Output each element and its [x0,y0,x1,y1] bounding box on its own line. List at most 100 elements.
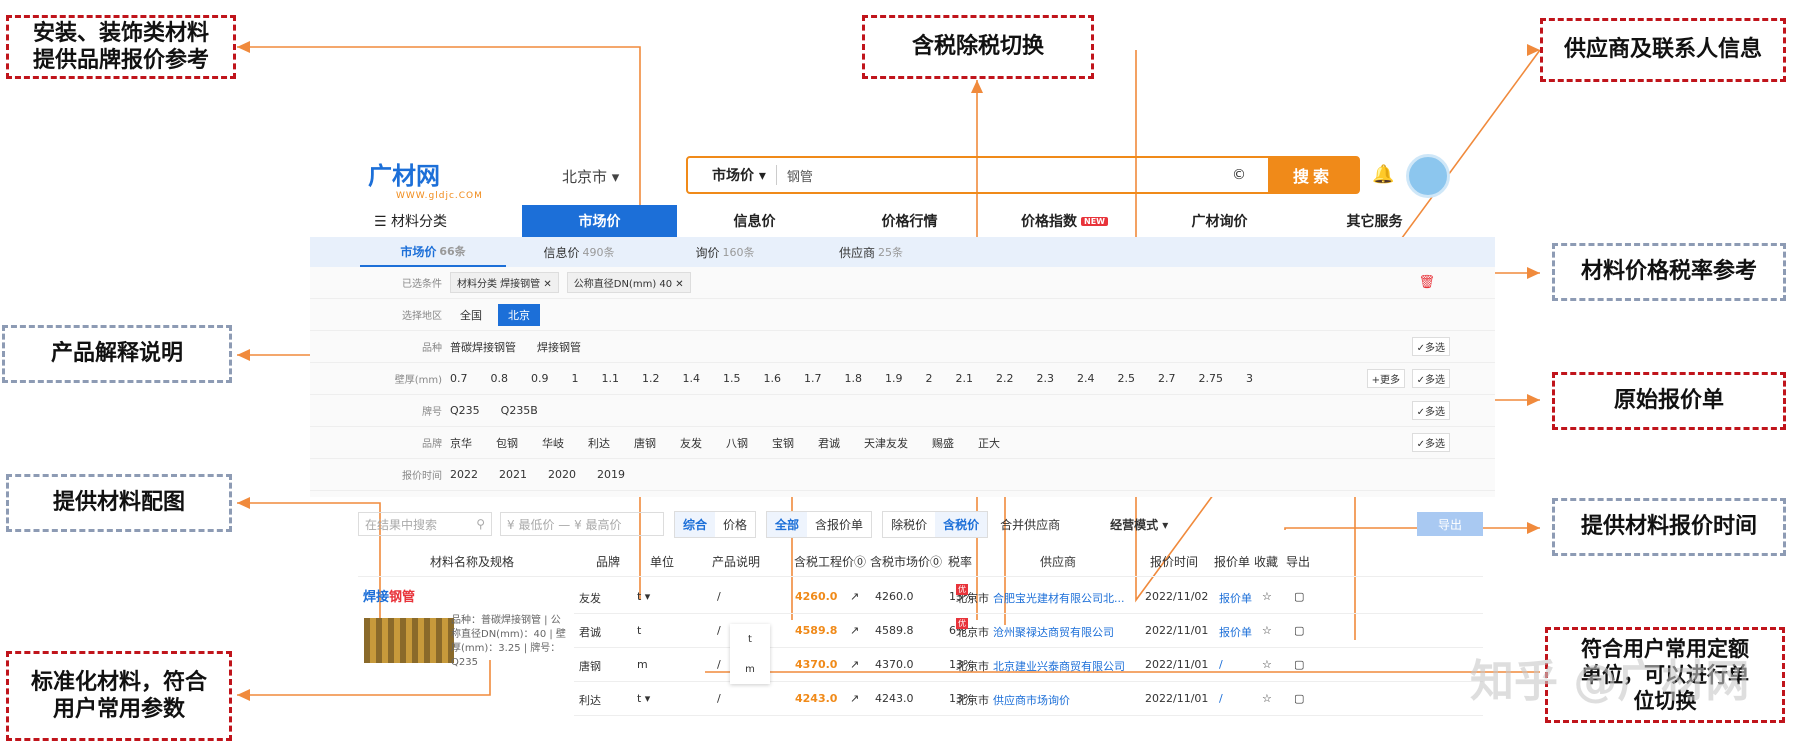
brand-option[interactable]: 天津友发 [864,435,908,451]
nav-price-index[interactable]: 价格指数 NEW [987,205,1142,237]
export-checkbox-icon[interactable]: ▢ [1294,590,1304,603]
multi-select-button[interactable]: ✓多选 [1411,433,1450,452]
multi-select-button[interactable]: ✓多选 [1411,369,1450,388]
thickness-option[interactable]: 1.1 [602,372,620,385]
multi-select-button[interactable]: ✓多选 [1411,401,1450,420]
thickness-option[interactable]: 2.75 [1199,372,1224,385]
filter-value[interactable]: 2021 [499,468,527,481]
thickness-option[interactable]: 2.4 [1077,372,1095,385]
city-selector[interactable]: 北京市 ▾ [562,166,619,187]
logo[interactable]: 广材网 WWW.gldjc.COM [368,156,483,201]
thickness-option[interactable]: 0.8 [491,372,509,385]
search-icon[interactable]: ⚲ [476,517,485,531]
export-checkbox-icon[interactable]: ▢ [1294,692,1304,705]
thickness-option[interactable]: 2.2 [996,372,1014,385]
ex-tax-price[interactable]: 除税价 [883,512,935,537]
tab-inquiry[interactable]: 询价 160条 [652,237,798,267]
brand-option[interactable]: 京华 [450,435,472,451]
favorite-icon[interactable]: ☆ [1262,692,1272,705]
nav-info-price[interactable]: 信息价 [677,205,832,237]
trend-icon[interactable]: ↗ [850,624,859,637]
favorite-icon[interactable]: ☆ [1262,590,1272,603]
avatar[interactable] [1406,154,1450,198]
export-checkbox-icon[interactable]: ▢ [1294,658,1304,671]
search-bar[interactable]: 市场价 ▾ 钢管 © 搜索 [686,156,1360,194]
brand-option[interactable]: 华岐 [542,435,564,451]
merge-supplier-toggle[interactable]: 合并供应商 [1000,516,1060,533]
thickness-option[interactable]: 1 [572,372,579,385]
result-search-input[interactable]: 在结果中搜索 ⚲ [358,512,492,536]
cell-supplier[interactable]: 北京市 沧州聚禄达商贸有限公司优 [956,618,1114,640]
brand-option[interactable]: 宝钢 [772,435,794,451]
trend-icon[interactable]: ↗ [850,692,859,705]
tab-market-price[interactable]: 市场价 66条 [360,237,506,267]
cell-unit[interactable]: t ▾ [637,590,650,603]
trash-icon[interactable]: 🗑 [1418,275,1435,290]
cell-unit[interactable]: m [637,658,648,671]
more-button[interactable]: +更多 [1366,369,1405,388]
clear-icon[interactable]: © [1232,167,1246,183]
cell-quote[interactable]: / [1219,692,1223,705]
table-row[interactable]: 利达 t ▾/4243.0 4243.0 13% 北京市 供应商市场询价 2022/11/0… [574,682,1483,716]
brand-option[interactable]: 唐钢 [634,435,656,451]
nav-market-price[interactable]: 市场价 [522,205,677,237]
thickness-option[interactable]: 1.6 [764,372,782,385]
brand-option[interactable]: 友发 [680,435,702,451]
nav-material-category[interactable]: ☰ 材料分类 [310,205,522,237]
filter-value[interactable]: 焊接钢管 [537,339,581,355]
unit-option[interactable]: t [730,624,770,654]
cell-quote[interactable]: 报价单 [1219,624,1252,640]
brand-option[interactable]: 利达 [588,435,610,451]
table-row[interactable]: 君诚 t/4589.8 4589.8 6% 北京市 沧州聚禄达商贸有限公司优 2022/11… [574,614,1483,648]
thickness-option[interactable]: 1.5 [723,372,741,385]
sort-general[interactable]: 综合 [675,511,716,537]
thickness-option[interactable]: 1.4 [683,372,701,385]
product-image[interactable] [364,618,454,663]
inc-tax-price[interactable]: 含税价 [935,511,988,537]
export-button[interactable]: 导出 [1417,512,1483,536]
cell-unit[interactable]: t ▾ [637,692,650,705]
brand-option[interactable]: 正大 [978,435,1000,451]
brand-option[interactable]: 赐盛 [932,435,954,451]
filter-value[interactable]: 2019 [597,468,625,481]
thickness-option[interactable]: 3 [1246,372,1253,385]
thickness-option[interactable]: 1.8 [845,372,863,385]
export-checkbox-icon[interactable]: ▢ [1294,624,1304,637]
table-row[interactable]: 唐钢 m/4370.0 4370.0 13% 北京市 北京建业兴泰商贸有限公司 2022/1… [574,648,1483,682]
thickness-option[interactable]: 2.7 [1158,372,1176,385]
region-option[interactable]: 全国 [450,304,492,326]
table-row[interactable]: 友发 t ▾/4260.0 4260.0 13% 北京市 合肥宝光建材有限公司北... 优 2… [574,580,1483,614]
thickness-option[interactable]: 1.2 [642,372,660,385]
supplier-link[interactable]: 供应商市场询价 [993,694,1070,707]
trend-icon[interactable]: ↗ [850,658,859,671]
unit-option[interactable]: m [730,654,770,684]
brand-option[interactable]: 包钢 [496,435,518,451]
cell-supplier[interactable]: 北京市 北京建业兴泰商贸有限公司 [956,658,1125,674]
business-mode-select[interactable]: 经营模式 ▾ [1110,516,1168,533]
filter-chip[interactable]: 材料分类 焊接钢管 ✕ [450,272,559,293]
region-option[interactable]: 北京 [498,303,540,326]
search-input[interactable]: 钢管 [777,166,1232,185]
favorite-icon[interactable]: ☆ [1262,624,1272,637]
price-range-input[interactable]: ¥ 最低价 — ¥ 最高价 [500,512,664,536]
thickness-option[interactable]: 0.9 [531,372,549,385]
supplier-link[interactable]: 合肥宝光建材有限公司北... [993,592,1125,605]
filter-value[interactable]: 2020 [548,468,576,481]
thickness-option[interactable]: 2.3 [1037,372,1055,385]
search-button[interactable]: 搜索 [1268,158,1358,192]
filter-value[interactable]: 2022 [450,468,478,481]
thickness-option[interactable]: 1.7 [804,372,822,385]
supplier-link[interactable]: 北京建业兴泰商贸有限公司 [993,660,1125,673]
cell-quote[interactable]: 报价单 [1219,590,1252,606]
search-category[interactable]: 市场价 ▾ [688,165,777,185]
multi-select-button[interactable]: ✓多选 [1411,337,1450,356]
thickness-option[interactable]: 2 [926,372,933,385]
cell-supplier[interactable]: 北京市 合肥宝光建材有限公司北... 优 [956,584,1125,606]
nav-other-services[interactable]: 其它服务 [1297,205,1452,237]
tab-supplier[interactable]: 供应商 25条 [798,237,944,267]
filter-value[interactable]: Q235B [501,404,538,417]
nav-price-trend[interactable]: 价格行情 [832,205,987,237]
favorite-icon[interactable]: ☆ [1262,658,1272,671]
filter-all[interactable]: 全部 [767,511,808,537]
nav-inquiry[interactable]: 广材询价 [1142,205,1297,237]
